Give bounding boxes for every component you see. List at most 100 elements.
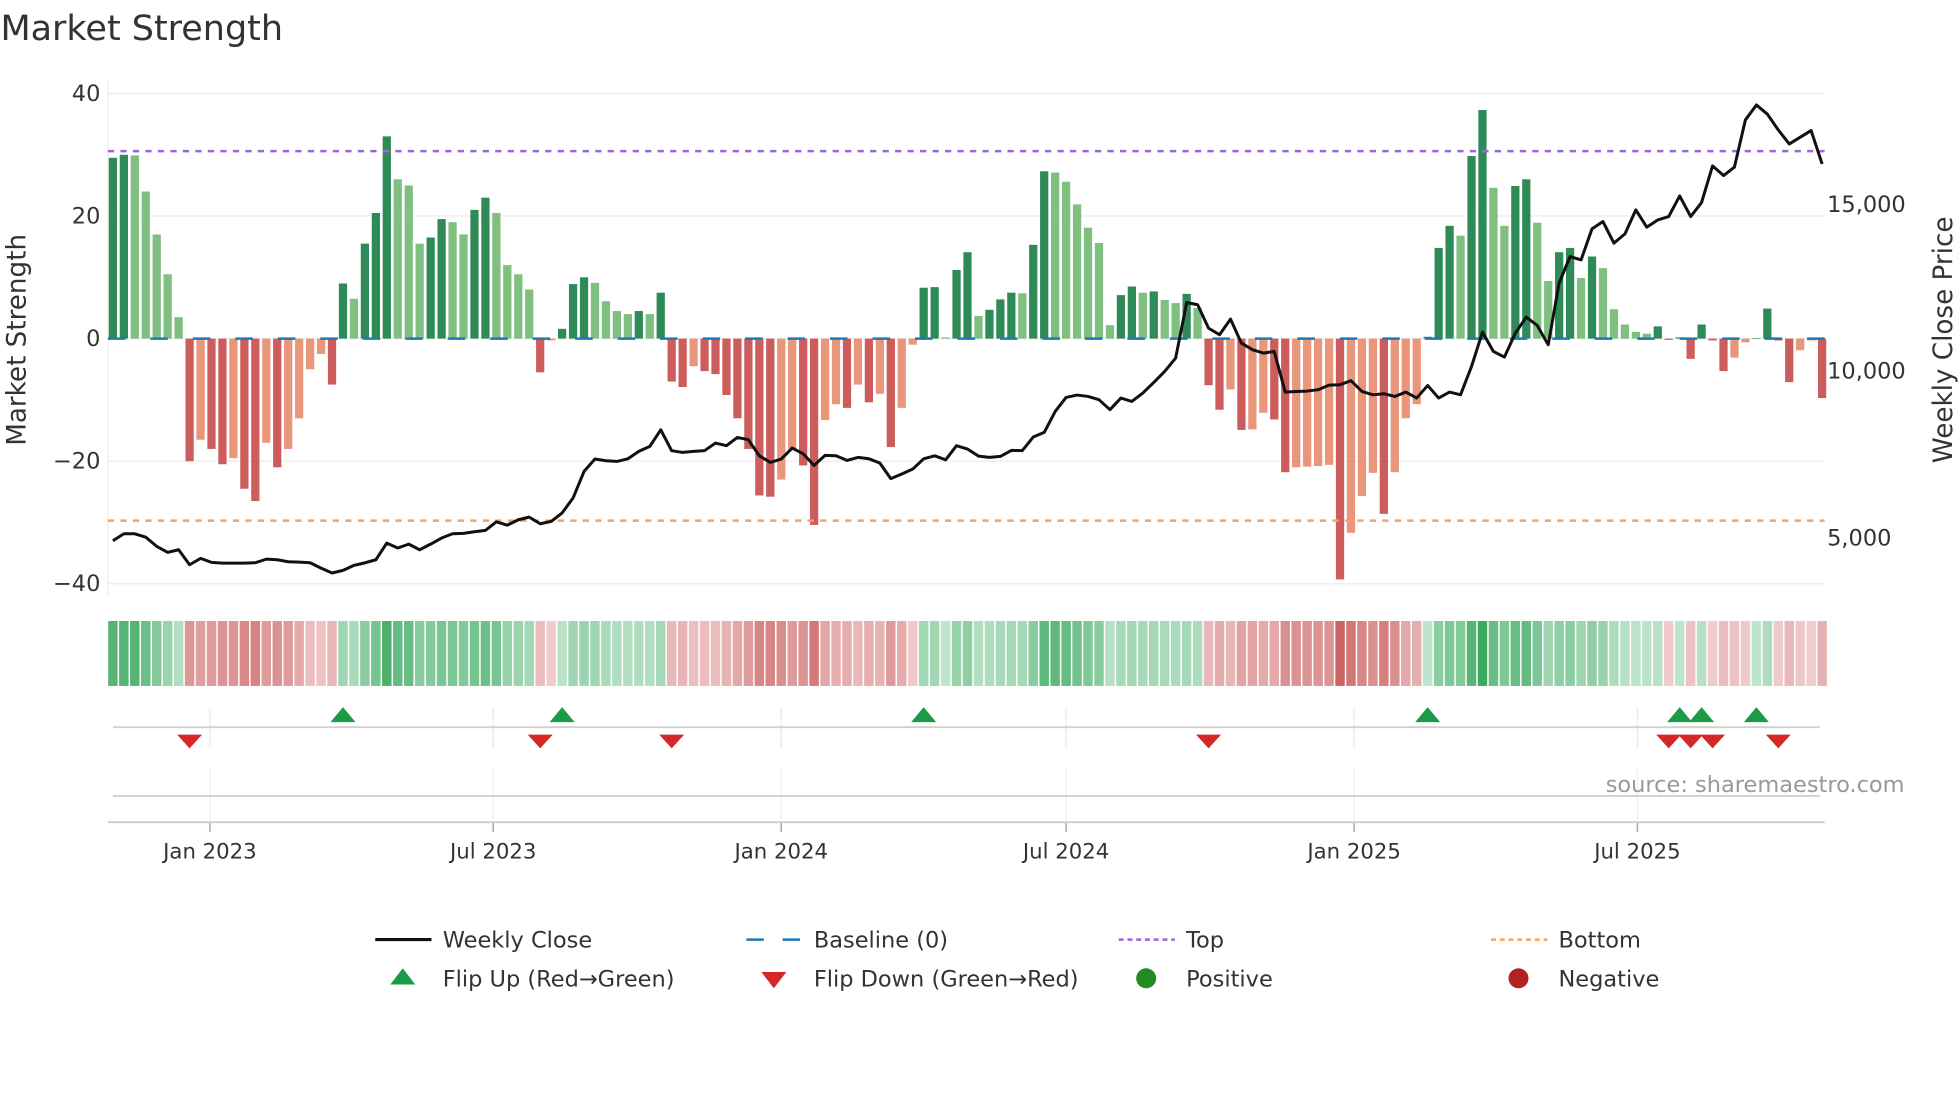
strength-bar (1007, 292, 1016, 339)
strip-cell (688, 620, 699, 686)
legend-item-positive: Positive (1136, 966, 1273, 992)
strip-cell (1466, 620, 1477, 686)
strip-cell (1499, 620, 1510, 686)
strength-bar (963, 252, 972, 339)
strip-cell (1357, 620, 1367, 686)
strength-bar (119, 154, 128, 339)
strip-cell (645, 620, 655, 686)
strip-cell (754, 620, 765, 686)
strip-cell (1477, 620, 1488, 686)
x-tick-label: Jul 2023 (448, 839, 536, 864)
strip-cell (886, 620, 896, 686)
strength-bar (1817, 338, 1827, 399)
strip-cell (393, 620, 403, 686)
y2-axis-title: Weekly Close Price (1929, 217, 1959, 464)
strength-bar (327, 338, 337, 385)
strength-bar (141, 191, 150, 339)
strength-bar (240, 338, 249, 489)
strip-cell (1620, 620, 1630, 686)
strength-bar (623, 314, 632, 339)
strip-cell (1017, 620, 1028, 686)
strength-bar (1083, 227, 1093, 339)
strip-cell (382, 620, 392, 686)
strip-cell (787, 620, 797, 686)
legend-label: Flip Down (Green→Red) (814, 966, 1079, 992)
strip-cell (1313, 620, 1323, 686)
strip-cell (1455, 620, 1466, 686)
strength-bar (273, 338, 282, 468)
strength-bar (711, 338, 720, 375)
strength-bar (1061, 181, 1071, 339)
flip-up-marker (1743, 707, 1769, 723)
y-tick-label: −20 (53, 449, 100, 475)
flip-up-marker (911, 707, 937, 723)
strip-cell (425, 620, 436, 686)
strength-bar (108, 157, 118, 339)
strip-cell (535, 620, 545, 686)
strip-cell (557, 620, 567, 686)
strength-bar (1620, 324, 1630, 339)
strength-bar (1653, 326, 1662, 339)
strength-bar (985, 309, 994, 339)
strength-bar (853, 338, 863, 385)
strength-bar (1379, 338, 1388, 514)
strength-bar (1116, 295, 1126, 339)
strength-bar (1346, 338, 1356, 533)
strength-bar (601, 301, 611, 339)
strength-bar (316, 338, 326, 354)
strength-bar (689, 338, 698, 367)
strength-bar (1248, 338, 1257, 430)
strip-cell (1773, 620, 1784, 686)
strength-bar (1697, 324, 1706, 339)
strip-cell (1346, 620, 1356, 686)
strip-cell (1181, 620, 1192, 686)
strength-bar (788, 338, 797, 449)
strength-bar (163, 274, 172, 339)
strength-bar (700, 338, 709, 372)
strip-cell (1302, 620, 1312, 686)
strength-bar (152, 234, 161, 339)
strength-bar (590, 282, 600, 339)
strength-bar (886, 338, 895, 448)
strip-cell (1521, 620, 1532, 686)
strength-bar (1040, 171, 1049, 339)
flip-down-marker (527, 734, 553, 749)
strength-bar (284, 338, 293, 449)
legend-label: Top (1185, 928, 1224, 954)
flip-up-marker (1689, 707, 1715, 723)
flip-down-marker (1765, 734, 1791, 749)
strip-cell (316, 620, 326, 686)
strength-bar (1051, 172, 1060, 339)
strip-cell (1565, 620, 1575, 686)
flip-up-marker (1667, 707, 1693, 723)
strip-cell (765, 620, 776, 686)
strip-cell (469, 620, 480, 686)
strength-bar (185, 338, 194, 462)
strength-bar (1018, 293, 1027, 339)
legend: Weekly Close Baseline (0) Top Bottom Flip Up… (375, 928, 1659, 992)
y-axis-title: Market Strength (2, 234, 32, 446)
strength-bar (1368, 338, 1378, 473)
strip-cell (1718, 620, 1729, 686)
legend-item-baseline: Baseline (0) (746, 928, 948, 954)
strength-bar (1324, 338, 1334, 465)
strength-bar (174, 317, 183, 339)
strip-cell (228, 620, 239, 686)
legend-label: Baseline (0) (814, 928, 948, 954)
strength-bar (371, 212, 380, 339)
strip-cell (162, 620, 173, 686)
strip-cell (1740, 620, 1751, 686)
strip-cell (1072, 620, 1082, 686)
x-axis: Jan 2023 Jul 2023 Jan 2024 Jul 2024 Jan 2025… (107, 821, 1825, 864)
strip-cell (842, 620, 852, 686)
strip-cell (513, 620, 524, 686)
strip-cell (371, 620, 381, 686)
strip-cell (491, 620, 502, 686)
strength-bar (667, 338, 676, 382)
strip-cell (239, 620, 250, 686)
legend-label: Weekly Close (443, 928, 592, 954)
strip-cell (1368, 620, 1378, 686)
strip-cell (666, 620, 677, 686)
strength-bar (1434, 247, 1443, 339)
strength-bar (1522, 179, 1531, 339)
